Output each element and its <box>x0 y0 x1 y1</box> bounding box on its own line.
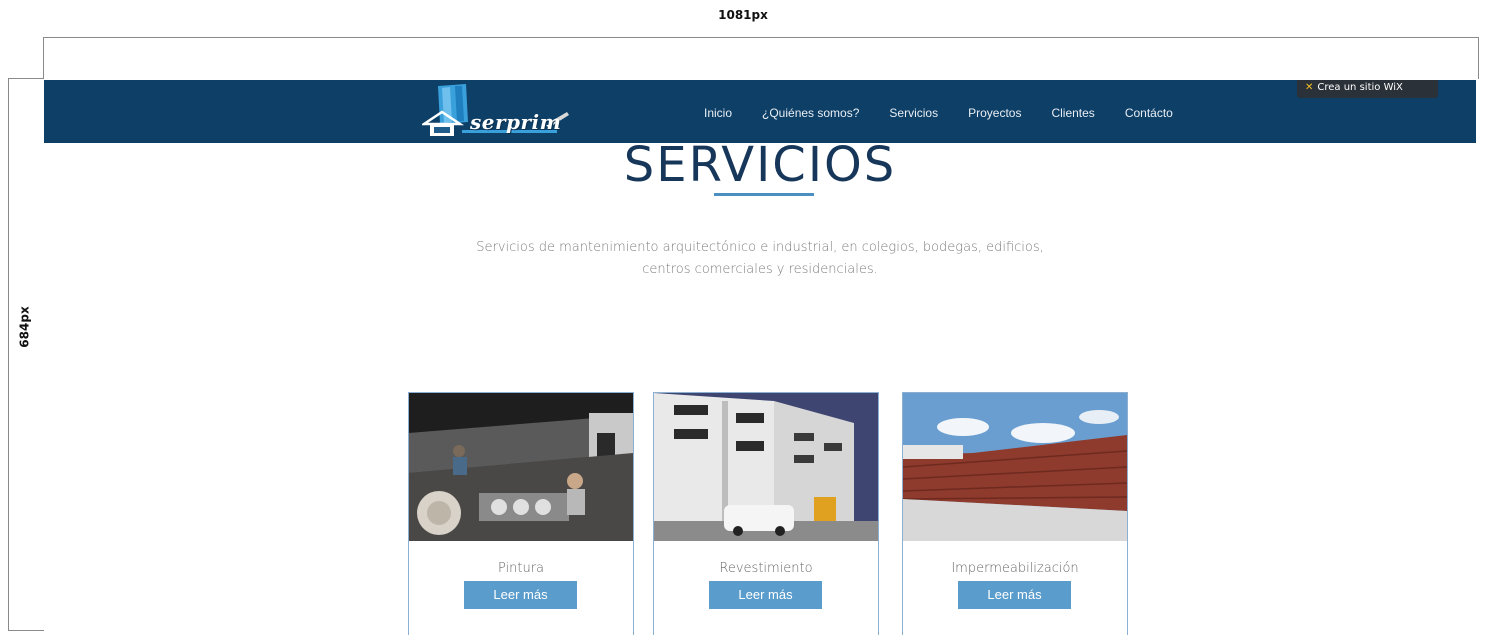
wix-banner[interactable]: ✕ Crea un sitio WiX <box>1297 80 1438 98</box>
service-label-pintura: Pintura <box>497 561 545 576</box>
logo-text: serprim <box>470 110 562 134</box>
nav-quienes-somos[interactable]: ¿Quiénes somos? <box>762 106 859 120</box>
revestimiento-photo <box>654 393 878 541</box>
intro-text: Servicios de mantenimiento arquitectónic… <box>474 237 1046 281</box>
service-label-revestimiento: Revestimiento <box>719 561 813 576</box>
impermeabilizacion-photo <box>903 393 1127 541</box>
nav-contacto[interactable]: Contácto <box>1125 106 1173 120</box>
tile-roof-image <box>903 393 1127 541</box>
main-nav: Inicio ¿Quiénes somos? Servicios Proyect… <box>704 106 1203 120</box>
leer-mas-impermeabilizacion-button[interactable]: Leer más <box>958 581 1071 609</box>
nav-clientes[interactable]: Clientes <box>1051 106 1094 120</box>
wix-icon: ✕ <box>1305 82 1314 93</box>
nav-servicios[interactable]: Servicios <box>889 106 938 120</box>
leer-mas-revestimiento-button[interactable]: Leer más <box>709 581 822 609</box>
title-underline <box>714 193 814 196</box>
dimension-frame-top <box>43 37 1479 79</box>
page-title: SERVICIOS <box>623 137 897 193</box>
nav-proyectos[interactable]: Proyectos <box>968 106 1021 120</box>
serprim-logo[interactable]: serprim <box>419 82 572 140</box>
wix-banner-text: Crea un sitio WiX <box>1317 82 1403 93</box>
top-navbar: serprim Inicio ¿Quiénes somos? Servicios… <box>44 80 1476 143</box>
service-label-impermeabilizacion: Impermeabilización <box>951 561 1079 576</box>
height-dimension-label: 684px <box>17 306 32 348</box>
service-card-impermeabilizacion: Impermeabilización Leer más <box>902 392 1128 635</box>
website-preview: serprim Inicio ¿Quiénes somos? Servicios… <box>44 80 1476 635</box>
intro-line-1: Servicios de mantenimiento arquitectónic… <box>476 240 1044 255</box>
intro-line-2: centros comerciales y residenciales. <box>642 262 878 277</box>
painting-work-image <box>409 393 633 541</box>
pintura-photo <box>409 393 633 541</box>
building-facade-image <box>654 393 878 541</box>
nav-inicio[interactable]: Inicio <box>704 106 732 120</box>
leer-mas-pintura-button[interactable]: Leer más <box>464 581 577 609</box>
service-card-revestimiento: Revestimiento Leer más <box>653 392 879 635</box>
service-card-pintura: Pintura Leer más <box>408 392 634 635</box>
width-dimension-label: 1081px <box>718 8 768 22</box>
